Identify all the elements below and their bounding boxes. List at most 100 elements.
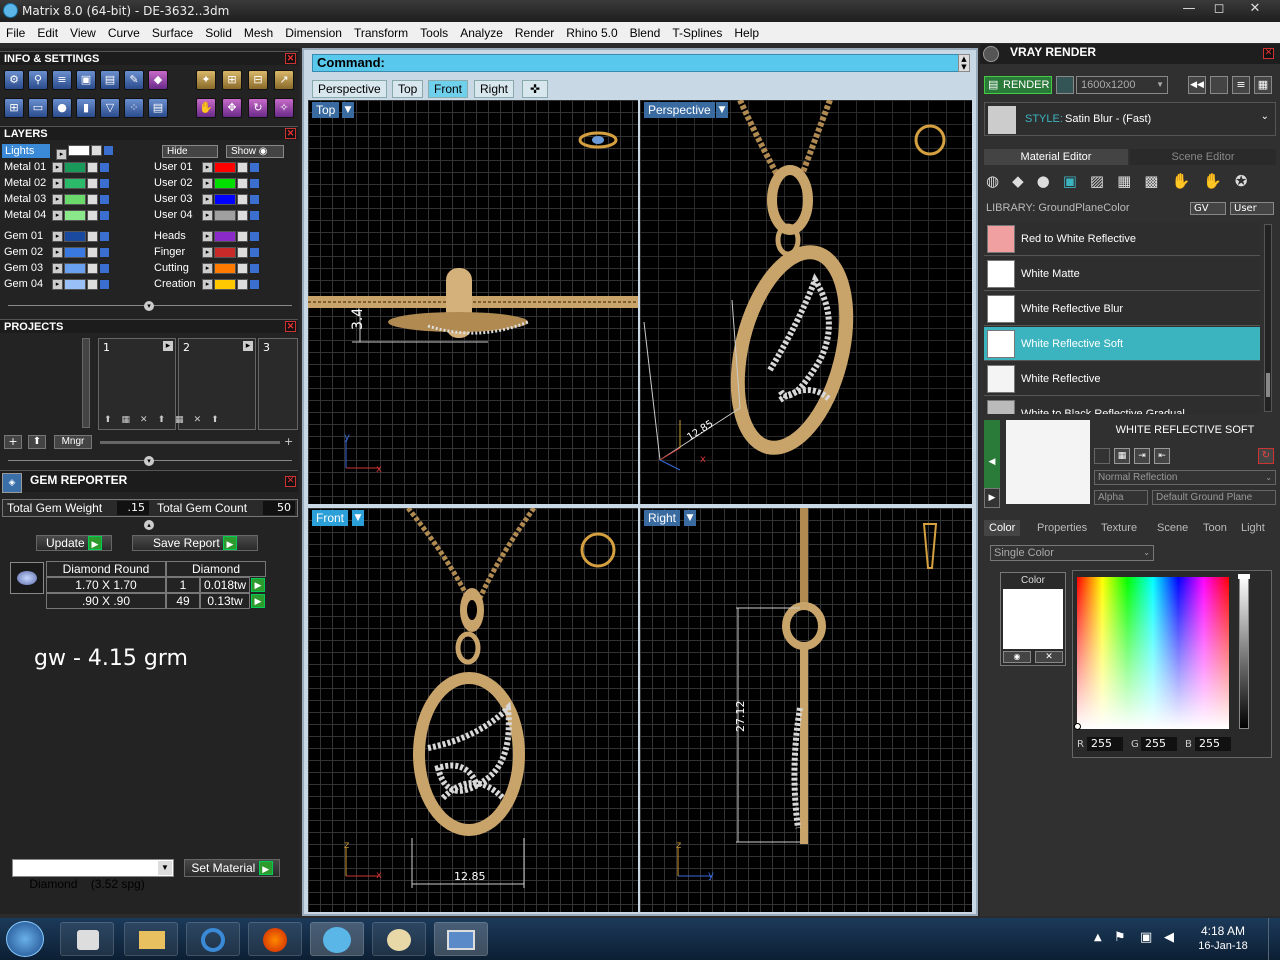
visibility-icon[interactable] (249, 262, 260, 274)
file-explorer-icon[interactable] (124, 922, 178, 956)
set-material-button[interactable]: Set Material ▶ (184, 859, 280, 877)
menu-solid[interactable]: Solid (199, 26, 238, 40)
update-button[interactable]: Update ▶ (36, 535, 112, 551)
grid-icon[interactable]: ⊞ (4, 98, 24, 118)
material-item[interactable]: White Reflective Soft (984, 327, 1260, 361)
report-icon[interactable]: ▤ (148, 98, 168, 118)
material-item[interactable]: White to Black Reflective Gradual (984, 397, 1260, 414)
render-button[interactable]: ▤ RENDER (984, 76, 1052, 94)
menu-render[interactable]: Render (509, 26, 560, 40)
layer-color-swatch[interactable] (64, 230, 86, 242)
close-icon[interactable]: ✕ (285, 476, 296, 487)
material-list-scrollbar[interactable] (1264, 224, 1272, 412)
tab-properties[interactable]: Properties (1032, 520, 1092, 536)
viewport-right[interactable]: Right ▼ 27.12 y z (640, 508, 972, 912)
layer-row[interactable]: Metal 02 ▸ (0, 176, 111, 190)
light-icon[interactable]: ✪ (1235, 172, 1261, 190)
sphere-icon[interactable]: ● (52, 98, 72, 118)
expand-icon[interactable]: ▸ (202, 262, 213, 274)
lock-icon[interactable] (87, 161, 98, 173)
visibility-icon[interactable] (249, 161, 260, 173)
close-icon[interactable]: ✕ (285, 53, 296, 64)
r-value[interactable]: 255 (1087, 737, 1123, 751)
pencil-icon[interactable]: ✎ (124, 70, 144, 90)
ground-plane-toggle[interactable]: Default Ground Plane (1152, 490, 1276, 505)
lock-icon[interactable] (87, 177, 98, 189)
internet-explorer-icon[interactable] (186, 922, 240, 956)
projects-scrollbar[interactable] (82, 338, 90, 428)
expand-icon[interactable]: ▸ (202, 177, 213, 189)
menu-curve[interactable]: Curve (102, 26, 146, 40)
zoom-slider[interactable] (100, 441, 280, 444)
arrow-snap-icon[interactable]: ↗ (274, 70, 294, 90)
menu-view[interactable]: View (64, 26, 102, 40)
expand-icon[interactable]: ▸ (202, 278, 213, 290)
hand-icon[interactable]: ✋ (1171, 172, 1203, 190)
clock-date[interactable]: 16-Jan-18 (1192, 940, 1254, 952)
export-icon[interactable]: ⇥ (1134, 448, 1150, 464)
gv-toggle[interactable]: GV (1190, 202, 1226, 215)
media-player-icon[interactable] (60, 922, 114, 956)
gem-icon[interactable]: ◆ (148, 70, 168, 90)
menu-surface[interactable]: Surface (146, 26, 199, 40)
lock-icon[interactable] (237, 161, 248, 173)
layer-color-swatch[interactable] (64, 278, 86, 290)
command-line[interactable]: Command: (312, 54, 960, 72)
pattern-icon[interactable]: ▩ (1144, 172, 1171, 190)
layer-color-swatch[interactable] (214, 193, 236, 205)
expand-icon[interactable]: ▸ (52, 246, 63, 258)
menu-file[interactable]: File (0, 26, 31, 40)
refresh-icon[interactable]: ↻ (1258, 448, 1274, 464)
layer-color-swatch[interactable] (64, 161, 86, 173)
expand-icon[interactable]: ▸ (52, 193, 63, 205)
resolution-select[interactable]: 1600x1200 ▼ (1076, 76, 1168, 94)
expand-icon[interactable]: ▸ (52, 230, 63, 242)
close-icon[interactable]: ✕ (1263, 48, 1274, 59)
camera-icon[interactable] (1056, 76, 1074, 94)
monitor-icon[interactable]: ▭ (28, 98, 48, 118)
lock-icon[interactable] (87, 246, 98, 258)
menu-transform[interactable]: Transform (348, 26, 414, 40)
lock-icon[interactable] (237, 246, 248, 258)
brightness-slider[interactable] (1238, 574, 1250, 729)
play-icon[interactable]: ▶ (251, 578, 265, 592)
menu-dimension[interactable]: Dimension (279, 26, 348, 40)
close-button[interactable]: ✕ (1240, 0, 1270, 20)
lock-icon[interactable] (237, 177, 248, 189)
style-select[interactable]: STYLE: Satin Blur - (Fast) ⌄ (984, 102, 1276, 136)
start-button[interactable] (6, 921, 44, 957)
snap-icon[interactable]: ⊞ (222, 70, 242, 90)
lock-icon[interactable] (237, 262, 248, 274)
layer-color-swatch[interactable] (64, 209, 86, 221)
window-icon[interactable] (1210, 76, 1228, 94)
menu-help[interactable]: Help (728, 26, 765, 40)
color-mode-select[interactable]: Single Color ⌄ (990, 545, 1154, 561)
expand-icon[interactable]: ▸ (202, 193, 213, 205)
lock-icon[interactable] (87, 262, 98, 274)
grid-icon[interactable]: ▦ (1254, 76, 1272, 94)
tab-right[interactable]: Right (474, 80, 515, 98)
user-toggle[interactable]: User (1230, 202, 1274, 215)
flag-icon[interactable]: ⚑ (1114, 930, 1126, 945)
tray-expand-icon[interactable]: ▲ (1094, 932, 1102, 943)
drop-icon[interactable]: ◍ (986, 172, 1012, 190)
tab-scene-editor[interactable]: Scene Editor (1130, 149, 1276, 165)
g-value[interactable]: 255 (1141, 737, 1177, 751)
gem-icon[interactable]: ◆ (1012, 172, 1037, 190)
layer-row[interactable]: Metal 01 ▸ (0, 160, 111, 174)
layer-row[interactable]: Cutting ▸ (150, 261, 261, 275)
layers-stack-icon[interactable]: ≡ (52, 70, 72, 90)
tab-toon[interactable]: Toon (1198, 520, 1232, 536)
layer-row[interactable]: Gem 02 ▸ (0, 245, 111, 259)
layer-color-swatch[interactable] (64, 246, 86, 258)
expand-icon[interactable]: ▸ (52, 177, 63, 189)
minimize-button[interactable]: — (1174, 0, 1204, 20)
menu-tools[interactable]: Tools (414, 26, 454, 40)
plane-icon[interactable]: ▣ (1063, 172, 1090, 190)
close-icon[interactable]: ✕ (285, 321, 296, 332)
add-icon[interactable]: + (4, 435, 22, 449)
layer-color-swatch[interactable] (64, 262, 86, 274)
tab-color[interactable]: Color (984, 520, 1021, 536)
hand-icon[interactable]: ✋ (196, 98, 216, 118)
visibility-icon[interactable] (249, 230, 260, 242)
